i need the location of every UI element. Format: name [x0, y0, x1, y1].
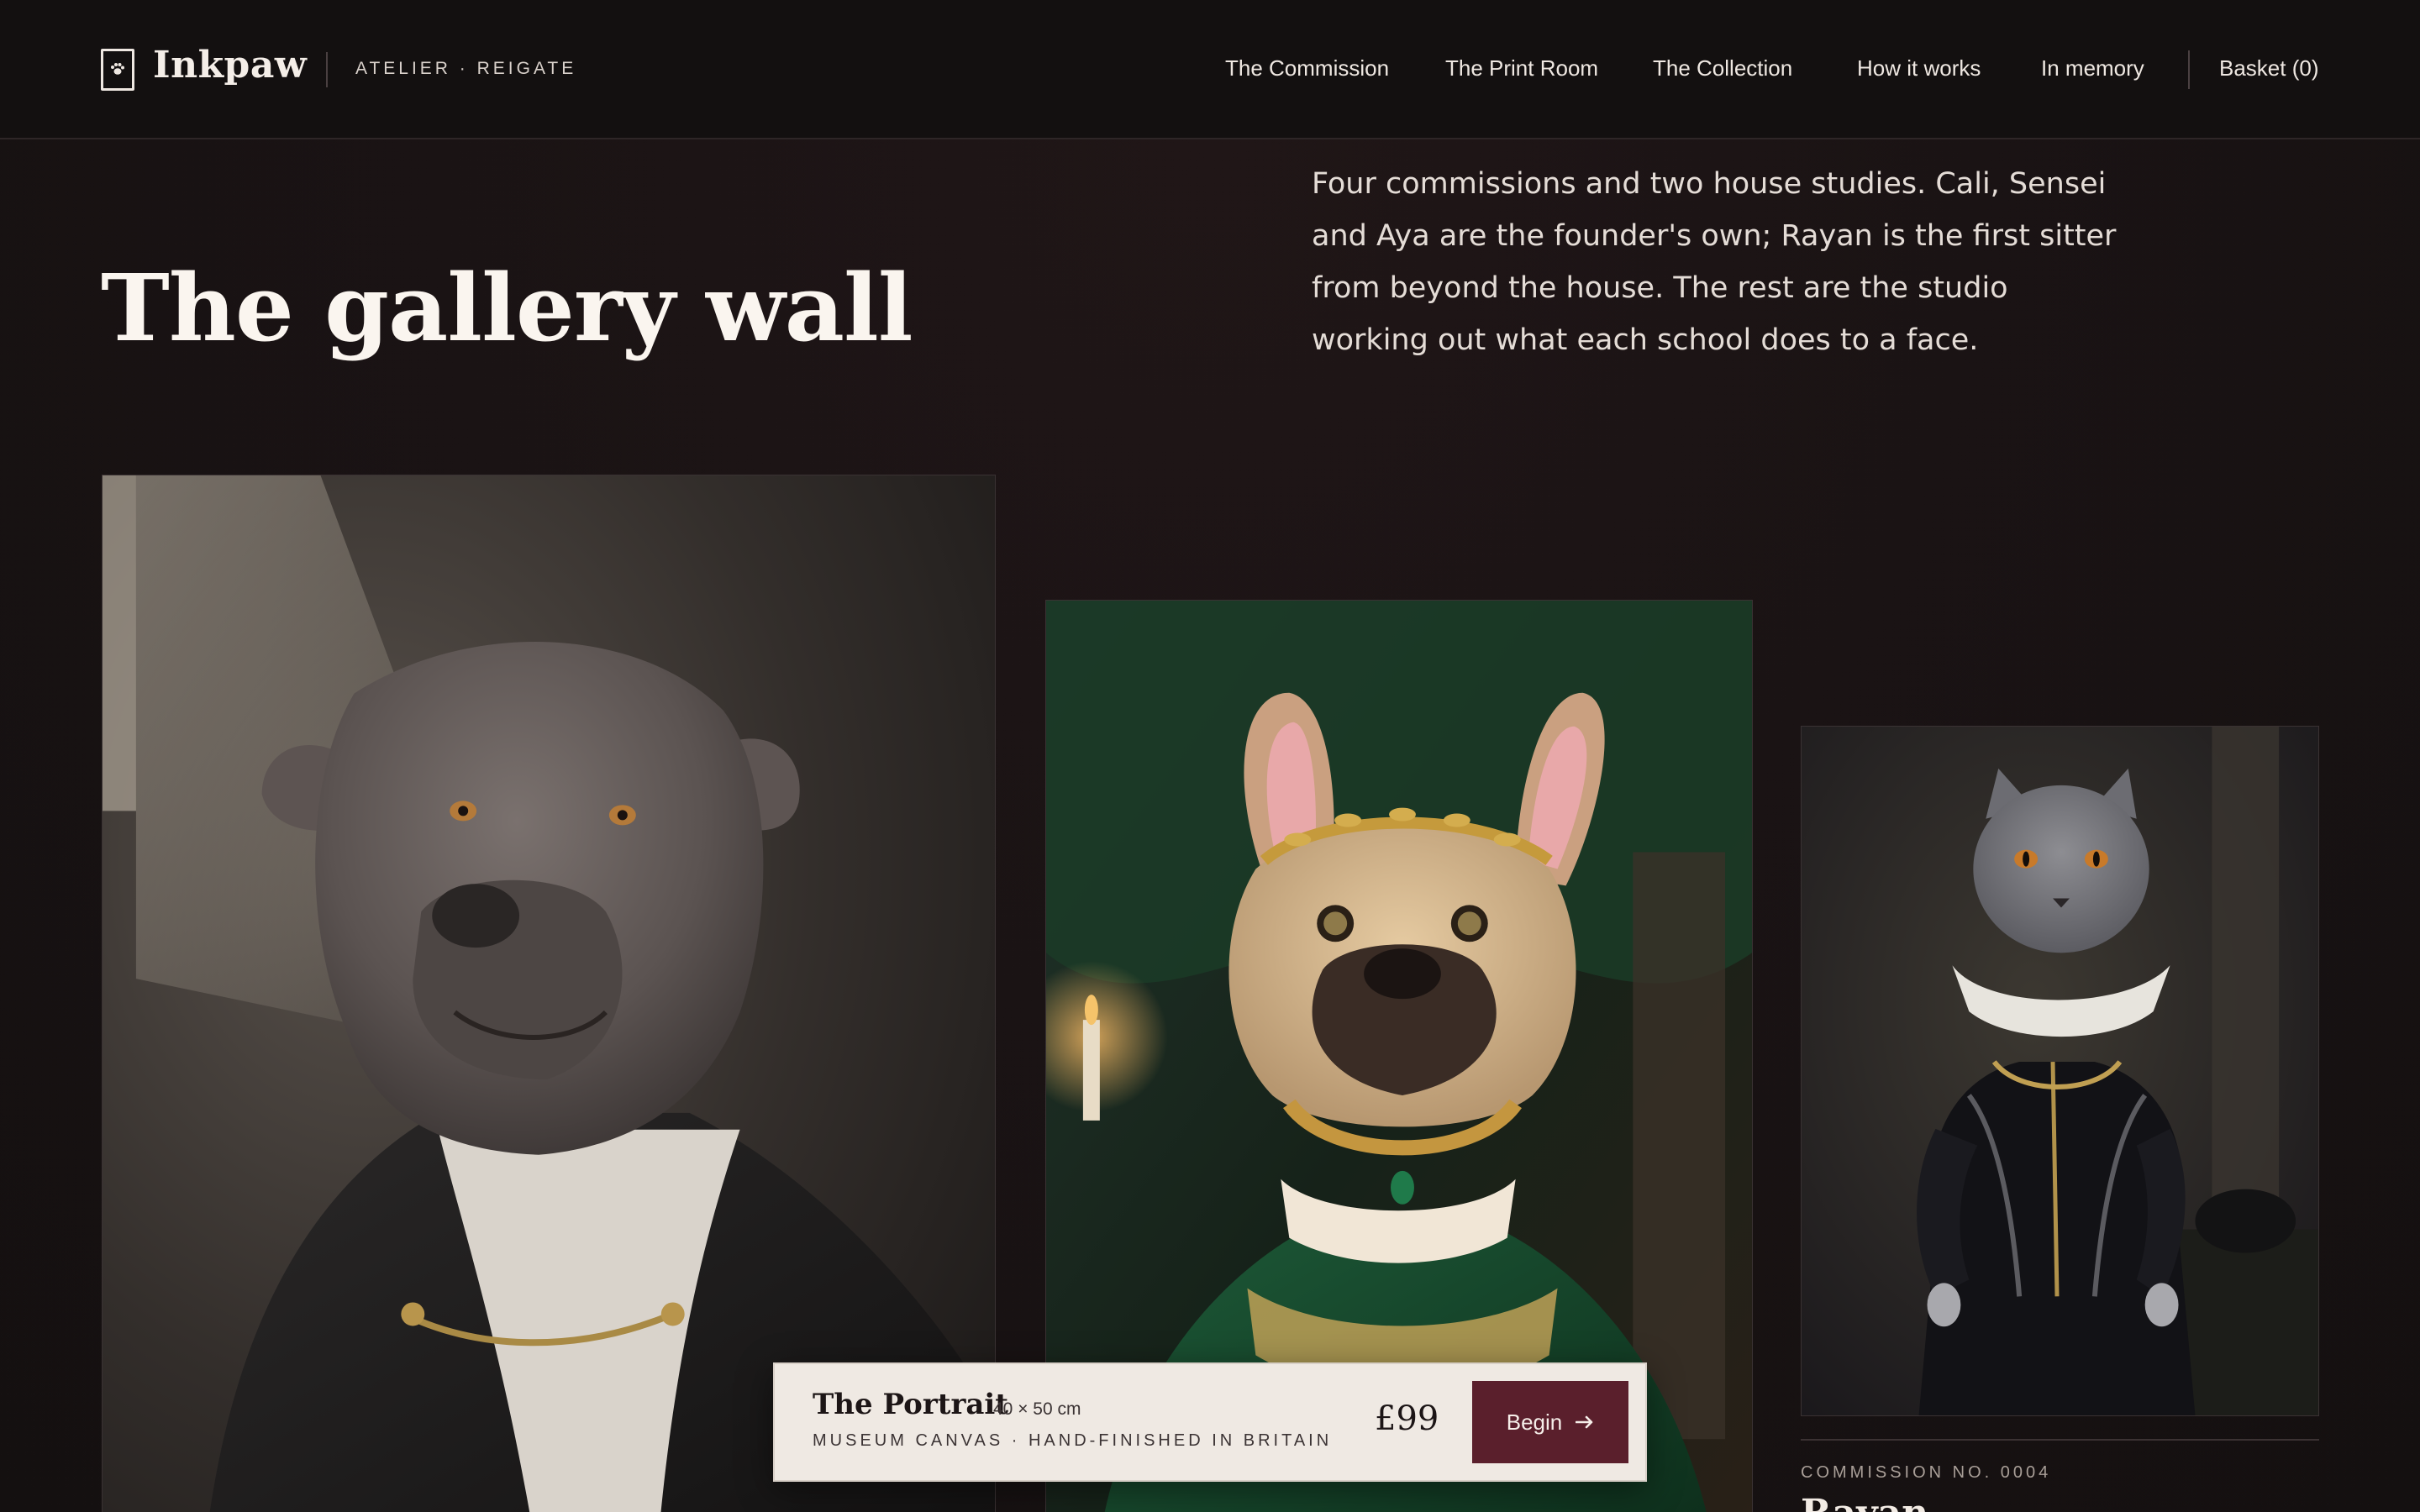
product-subtitle: MUSEUM CANVAS · HAND-FINISHED IN BRITAIN	[813, 1431, 1333, 1450]
portrait-grey-cat[interactable]	[1801, 726, 2319, 1416]
product-title: The Portrait	[813, 1388, 1009, 1421]
portrait-grey-cat-painting	[1802, 727, 2318, 1415]
nav-the-collection[interactable]: The Collection	[1653, 55, 1792, 81]
arrow-right-icon	[1576, 1415, 1593, 1429]
commission-name[interactable]: Rayan	[1801, 1492, 1928, 1512]
brand-name[interactable]: Inkpaw	[153, 44, 307, 87]
paw-logo-icon[interactable]	[101, 49, 134, 91]
nav-the-commission[interactable]: The Commission	[1225, 55, 1389, 81]
caption-divider	[1801, 1439, 2319, 1441]
nav-divider	[2188, 50, 2190, 89]
product-price: £99	[1375, 1399, 1439, 1438]
product-size: 40 × 50 cm	[993, 1399, 1081, 1419]
portrait-pit-bull-painting	[103, 475, 995, 1512]
begin-button[interactable]: Begin	[1472, 1381, 1628, 1463]
brand-divider	[326, 52, 328, 87]
portrait-purchase-bar: The Portrait 40 × 50 cm MUSEUM CANVAS · …	[773, 1362, 1647, 1482]
begin-button-label: Begin	[1506, 1409, 1563, 1435]
gallery-intro: Four commissions and two house studies. …	[1312, 167, 2117, 357]
brand-tagline: ATELIER · REIGATE	[355, 59, 577, 78]
site-header: Inkpaw ATELIER · REIGATE The Commission …	[0, 0, 2420, 139]
nav-the-print-room[interactable]: The Print Room	[1445, 55, 1598, 81]
nav-in-memory[interactable]: In memory	[2041, 55, 2144, 81]
portrait-pit-bull[interactable]	[102, 475, 996, 1512]
nav-how-it-works[interactable]: How it works	[1857, 55, 1981, 81]
page-title: The gallery wall	[101, 254, 913, 362]
commission-number: COMMISSION NO. 0004	[1801, 1463, 2052, 1482]
basket-link[interactable]: Basket (0)	[2219, 55, 2319, 81]
